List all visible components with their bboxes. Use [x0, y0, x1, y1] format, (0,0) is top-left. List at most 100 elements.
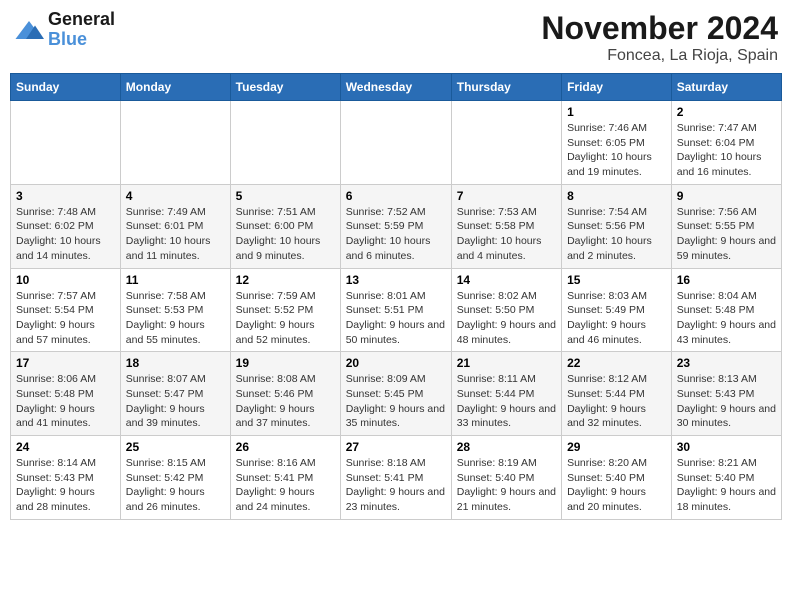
day-info: Sunrise: 7:59 AM Sunset: 5:52 PM Dayligh…: [236, 289, 335, 348]
calendar-cell: 30Sunrise: 8:21 AM Sunset: 5:40 PM Dayli…: [671, 436, 781, 520]
calendar-cell: 29 Sunrise: 8:20 AM Sunset: 5:40 PM Dayli…: [562, 436, 672, 520]
day-info: Sunrise: 8:11 AM Sunset: 5:44 PM Dayligh…: [457, 372, 556, 431]
day-number: 22: [567, 356, 666, 370]
day-info: Sunrise: 8:19 AM Sunset: 5:40 PM Dayligh…: [457, 456, 556, 515]
day-number: 3: [16, 189, 115, 203]
header-day-tuesday: Tuesday: [230, 74, 340, 101]
header-day-friday: Friday: [562, 74, 672, 101]
calendar-cell: 9 Sunrise: 7:56 AM Sunset: 5:55 PM Daylig…: [671, 184, 781, 268]
day-number: 26: [236, 440, 335, 454]
day-number: 19: [236, 356, 335, 370]
calendar-cell: 21Sunrise: 8:11 AM Sunset: 5:44 PM Dayli…: [451, 352, 561, 436]
day-info: Sunrise: 8:07 AM Sunset: 5:47 PM Dayligh…: [126, 372, 225, 431]
calendar-cell: 4 Sunrise: 7:49 AM Sunset: 6:01 PM Daylig…: [120, 184, 230, 268]
day-number: 23: [677, 356, 776, 370]
day-number: 25: [126, 440, 225, 454]
day-info: Sunrise: 8:18 AM Sunset: 5:41 PM Dayligh…: [346, 456, 446, 515]
day-number: 10: [16, 273, 115, 287]
day-info: Sunrise: 8:01 AM Sunset: 5:51 PM Dayligh…: [346, 289, 446, 348]
day-info: Sunrise: 8:15 AM Sunset: 5:42 PM Dayligh…: [126, 456, 225, 515]
calendar-cell: 28 Sunrise: 8:19 AM Sunset: 5:40 PM Dayli…: [451, 436, 561, 520]
calendar-cell: 10 Sunrise: 7:57 AM Sunset: 5:54 PM Dayli…: [11, 268, 121, 352]
day-info: Sunrise: 7:57 AM Sunset: 5:54 PM Dayligh…: [16, 289, 115, 348]
calendar-cell: 2 Sunrise: 7:47 AM Sunset: 6:04 PM Daylig…: [671, 101, 781, 185]
day-info: Sunrise: 8:04 AM Sunset: 5:48 PM Dayligh…: [677, 289, 776, 348]
calendar-cell: 23 Sunrise: 8:13 AM Sunset: 5:43 PM Dayli…: [671, 352, 781, 436]
calendar-cell: 22 Sunrise: 8:12 AM Sunset: 5:44 PM Dayli…: [562, 352, 672, 436]
week-row-5: 24 Sunrise: 8:14 AM Sunset: 5:43 PM Dayli…: [11, 436, 782, 520]
header-row: SundayMondayTuesdayWednesdayThursdayFrid…: [11, 74, 782, 101]
day-number: 16: [677, 273, 776, 287]
day-number: 12: [236, 273, 335, 287]
day-info: Sunrise: 8:06 AM Sunset: 5:48 PM Dayligh…: [16, 372, 115, 431]
page-header: GeneralBlue November 2024 Foncea, La Rio…: [10, 10, 782, 65]
calendar-cell: 6 Sunrise: 7:52 AM Sunset: 5:59 PM Daylig…: [340, 184, 451, 268]
calendar-cell: 27Sunrise: 8:18 AM Sunset: 5:41 PM Dayli…: [340, 436, 451, 520]
day-number: 18: [126, 356, 225, 370]
day-info: Sunrise: 8:03 AM Sunset: 5:49 PM Dayligh…: [567, 289, 666, 348]
day-number: 15: [567, 273, 666, 287]
header-day-monday: Monday: [120, 74, 230, 101]
calendar-cell: 7 Sunrise: 7:53 AM Sunset: 5:58 PM Daylig…: [451, 184, 561, 268]
day-number: 8: [567, 189, 666, 203]
calendar-table: SundayMondayTuesdayWednesdayThursdayFrid…: [10, 73, 782, 520]
title-block: November 2024 Foncea, La Rioja, Spain: [541, 10, 778, 65]
calendar-cell: [451, 101, 561, 185]
day-number: 9: [677, 189, 776, 203]
calendar-cell: 26 Sunrise: 8:16 AM Sunset: 5:41 PM Dayli…: [230, 436, 340, 520]
day-info: Sunrise: 7:51 AM Sunset: 6:00 PM Dayligh…: [236, 205, 335, 264]
day-info: Sunrise: 8:02 AM Sunset: 5:50 PM Dayligh…: [457, 289, 556, 348]
day-info: Sunrise: 8:08 AM Sunset: 5:46 PM Dayligh…: [236, 372, 335, 431]
day-info: Sunrise: 7:58 AM Sunset: 5:53 PM Dayligh…: [126, 289, 225, 348]
day-number: 7: [457, 189, 556, 203]
day-info: Sunrise: 7:54 AM Sunset: 5:56 PM Dayligh…: [567, 205, 666, 264]
calendar-cell: 17 Sunrise: 8:06 AM Sunset: 5:48 PM Dayli…: [11, 352, 121, 436]
calendar-cell: 14 Sunrise: 8:02 AM Sunset: 5:50 PM Dayli…: [451, 268, 561, 352]
day-number: 4: [126, 189, 225, 203]
day-number: 20: [346, 356, 446, 370]
day-info: Sunrise: 7:47 AM Sunset: 6:04 PM Dayligh…: [677, 121, 776, 180]
calendar-cell: [230, 101, 340, 185]
day-number: 13: [346, 273, 446, 287]
week-row-1: 1Sunrise: 7:46 AM Sunset: 6:05 PM Daylig…: [11, 101, 782, 185]
week-row-3: 10 Sunrise: 7:57 AM Sunset: 5:54 PM Dayli…: [11, 268, 782, 352]
day-number: 24: [16, 440, 115, 454]
day-info: Sunrise: 7:49 AM Sunset: 6:01 PM Dayligh…: [126, 205, 225, 264]
calendar-cell: [340, 101, 451, 185]
day-info: Sunrise: 8:16 AM Sunset: 5:41 PM Dayligh…: [236, 456, 335, 515]
day-number: 2: [677, 105, 776, 119]
week-row-2: 3 Sunrise: 7:48 AM Sunset: 6:02 PM Daylig…: [11, 184, 782, 268]
day-info: Sunrise: 7:48 AM Sunset: 6:02 PM Dayligh…: [16, 205, 115, 264]
header-day-thursday: Thursday: [451, 74, 561, 101]
day-info: Sunrise: 7:53 AM Sunset: 5:58 PM Dayligh…: [457, 205, 556, 264]
day-info: Sunrise: 8:13 AM Sunset: 5:43 PM Dayligh…: [677, 372, 776, 431]
day-number: 29: [567, 440, 666, 454]
calendar-cell: 5 Sunrise: 7:51 AM Sunset: 6:00 PM Daylig…: [230, 184, 340, 268]
logo-text: GeneralBlue: [48, 10, 115, 50]
month-title: November 2024: [541, 10, 778, 47]
header-day-wednesday: Wednesday: [340, 74, 451, 101]
day-info: Sunrise: 8:09 AM Sunset: 5:45 PM Dayligh…: [346, 372, 446, 431]
day-number: 14: [457, 273, 556, 287]
day-number: 1: [567, 105, 666, 119]
day-info: Sunrise: 7:56 AM Sunset: 5:55 PM Dayligh…: [677, 205, 776, 264]
day-info: Sunrise: 7:52 AM Sunset: 5:59 PM Dayligh…: [346, 205, 446, 264]
day-info: Sunrise: 8:12 AM Sunset: 5:44 PM Dayligh…: [567, 372, 666, 431]
week-row-4: 17 Sunrise: 8:06 AM Sunset: 5:48 PM Dayli…: [11, 352, 782, 436]
calendar-cell: 1Sunrise: 7:46 AM Sunset: 6:05 PM Daylig…: [562, 101, 672, 185]
calendar-cell: 18 Sunrise: 8:07 AM Sunset: 5:47 PM Dayli…: [120, 352, 230, 436]
calendar-cell: 19 Sunrise: 8:08 AM Sunset: 5:46 PM Dayli…: [230, 352, 340, 436]
day-number: 6: [346, 189, 446, 203]
calendar-cell: 24 Sunrise: 8:14 AM Sunset: 5:43 PM Dayli…: [11, 436, 121, 520]
logo-icon: [14, 18, 44, 42]
day-info: Sunrise: 8:14 AM Sunset: 5:43 PM Dayligh…: [16, 456, 115, 515]
day-number: 28: [457, 440, 556, 454]
day-number: 30: [677, 440, 776, 454]
calendar-cell: 20 Sunrise: 8:09 AM Sunset: 5:45 PM Dayli…: [340, 352, 451, 436]
calendar-cell: 12 Sunrise: 7:59 AM Sunset: 5:52 PM Dayli…: [230, 268, 340, 352]
day-number: 17: [16, 356, 115, 370]
day-info: Sunrise: 8:20 AM Sunset: 5:40 PM Dayligh…: [567, 456, 666, 515]
calendar-cell: 11Sunrise: 7:58 AM Sunset: 5:53 PM Dayli…: [120, 268, 230, 352]
header-day-sunday: Sunday: [11, 74, 121, 101]
day-number: 5: [236, 189, 335, 203]
